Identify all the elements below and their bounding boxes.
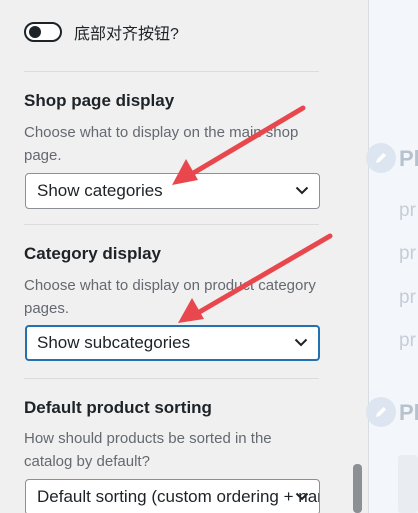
category-display-description: Choose what to display on product catego… bbox=[24, 277, 316, 317]
pencil-icon[interactable] bbox=[366, 397, 396, 427]
customizer-panel: 底部对齐按钮? Shop page display Choose what to… bbox=[0, 0, 347, 513]
preview-product-thumbnail bbox=[398, 455, 418, 513]
bottom-align-toggle[interactable] bbox=[24, 22, 62, 42]
default-sorting-select[interactable]: Default sorting (custom ordering + name) bbox=[25, 479, 320, 513]
default-sorting-value: Default sorting (custom ordering + name) bbox=[37, 487, 320, 506]
category-display-select[interactable]: Show subcategories bbox=[25, 325, 320, 361]
toggle-knob bbox=[29, 26, 41, 38]
preview-heading: Pl bbox=[399, 146, 418, 171]
bottom-align-toggle-row[interactable]: 底部对齐按钮? bbox=[24, 20, 179, 44]
bottom-align-toggle-label: 底部对齐按钮? bbox=[74, 26, 179, 43]
category-display-title: Category display bbox=[24, 244, 161, 263]
panel-scrollbar-track[interactable] bbox=[347, 0, 368, 513]
section-divider bbox=[24, 71, 319, 72]
preview-text-line: pr bbox=[399, 330, 416, 351]
shop-page-display-select[interactable]: Show categories bbox=[25, 173, 320, 209]
section-divider bbox=[24, 378, 319, 379]
shop-page-display-title: Shop page display bbox=[24, 91, 175, 110]
preview-text-line: pr bbox=[399, 200, 416, 221]
default-sorting-title: Default product sorting bbox=[24, 398, 212, 417]
section-divider bbox=[24, 224, 319, 225]
panel-scrollbar-thumb[interactable] bbox=[353, 464, 362, 513]
preview-edge bbox=[368, 0, 369, 513]
chevron-down-icon bbox=[294, 338, 308, 347]
preview-text-line: pr bbox=[399, 243, 416, 264]
shop-page-display-description: Choose what to display on the main shop … bbox=[24, 124, 299, 164]
chevron-down-icon bbox=[295, 186, 309, 195]
pencil-icon[interactable] bbox=[366, 143, 396, 173]
chevron-down-icon bbox=[295, 492, 309, 501]
preview-heading: Pl bbox=[399, 400, 418, 425]
shop-page-display-value: Show categories bbox=[37, 181, 163, 200]
default-sorting-description: How should products be sorted in the cat… bbox=[24, 430, 272, 470]
preview-text-line: pr bbox=[399, 287, 416, 308]
category-display-value: Show subcategories bbox=[37, 333, 191, 352]
